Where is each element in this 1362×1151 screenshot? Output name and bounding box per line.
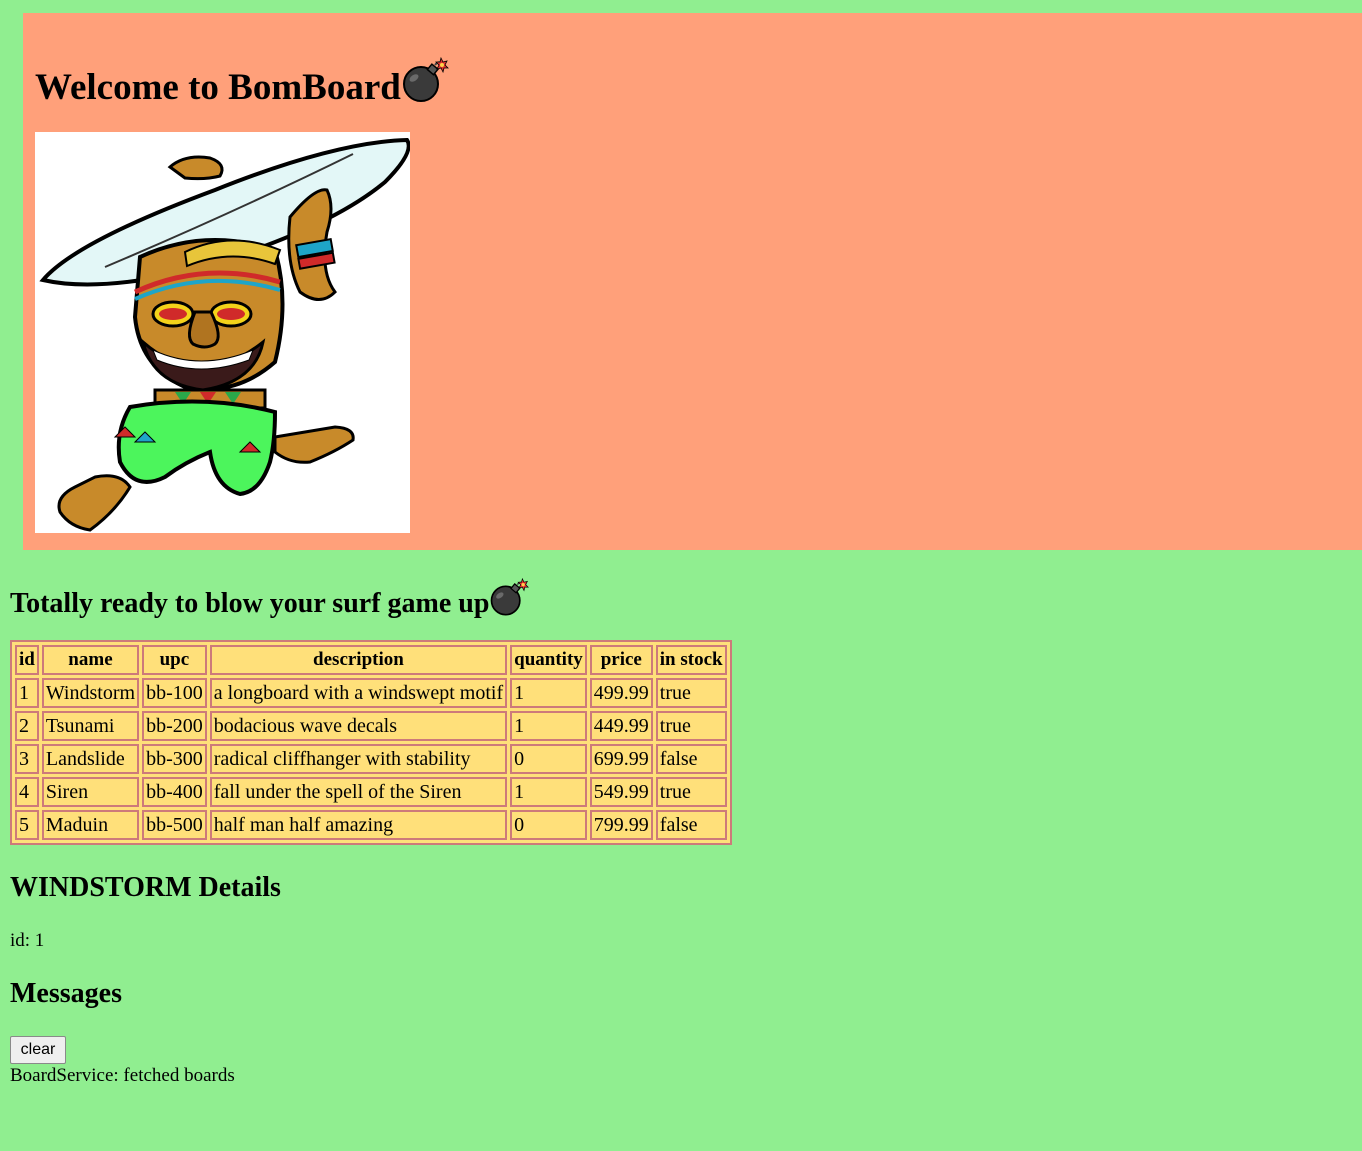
cell-quantity: 1	[510, 777, 587, 807]
cell-upc: bb-100	[142, 678, 207, 708]
table-row[interactable]: 1 Windstorm bb-100 a longboard with a wi…	[15, 678, 727, 708]
tagline-heading: Totally ready to blow your surf game up	[10, 577, 530, 630]
table-row[interactable]: 4 Siren bb-400 fall under the spell of t…	[15, 777, 727, 807]
cell-quantity: 1	[510, 678, 587, 708]
cell-name: Windstorm	[41, 678, 140, 708]
column-header-id: id	[15, 645, 39, 675]
cell-description: bodacious wave decals	[209, 711, 508, 741]
tiki-surfer-mascot-image	[35, 132, 411, 533]
column-header-quantity: quantity	[510, 645, 587, 675]
cell-price: 499.99	[589, 678, 653, 708]
column-header-in-stock: in stock	[655, 645, 727, 675]
cell-price: 449.99	[589, 711, 653, 741]
message-item: BoardService: fetched boards	[10, 1065, 235, 1086]
page-title-text: Welcome to BomBoard	[35, 67, 401, 108]
cell-name: Siren	[41, 777, 140, 807]
cell-id: 3	[15, 744, 39, 774]
cell-price: 549.99	[589, 777, 653, 807]
cell-description: half man half amazing	[209, 810, 508, 840]
cell-in-stock: true	[655, 711, 727, 741]
cell-upc: bb-200	[142, 711, 207, 741]
cell-id: 2	[15, 711, 39, 741]
cell-in-stock: false	[655, 810, 727, 840]
cell-id: 4	[15, 777, 39, 807]
cell-quantity: 0	[510, 810, 587, 840]
clear-messages-button[interactable]: clear	[10, 1036, 66, 1064]
cell-upc: bb-300	[142, 744, 207, 774]
cell-id: 1	[15, 678, 39, 708]
bomb-icon	[401, 56, 449, 119]
cell-upc: bb-400	[142, 777, 207, 807]
cell-in-stock: false	[655, 744, 727, 774]
column-header-name: name	[41, 645, 140, 675]
messages-heading: Messages	[10, 978, 122, 1009]
cell-quantity: 0	[510, 744, 587, 774]
bomb-icon	[489, 577, 530, 630]
page-title: Welcome to BomBoard	[35, 56, 449, 119]
cell-upc: bb-500	[142, 810, 207, 840]
column-header-price: price	[589, 645, 653, 675]
tagline-text: Totally ready to blow your surf game up	[10, 588, 490, 619]
cell-name: Tsunami	[41, 711, 140, 741]
table-row[interactable]: 3 Landslide bb-300 radical cliffhanger w…	[15, 744, 727, 774]
cell-price: 699.99	[589, 744, 653, 774]
column-header-upc: upc	[142, 645, 207, 675]
board-details-heading: WINDSTORM Details	[10, 872, 281, 903]
boards-table: id name upc description quantity price i…	[10, 640, 732, 845]
column-header-description: description	[209, 645, 508, 675]
cell-description: fall under the spell of the Siren	[209, 777, 508, 807]
cell-quantity: 1	[510, 711, 587, 741]
board-detail-id: id: 1	[10, 930, 45, 951]
cell-name: Maduin	[41, 810, 140, 840]
cell-id: 5	[15, 810, 39, 840]
header-banner: Welcome to BomBoard	[23, 13, 1362, 550]
table-row[interactable]: 5 Maduin bb-500 half man half amazing 0 …	[15, 810, 727, 840]
cell-in-stock: true	[655, 777, 727, 807]
cell-price: 799.99	[589, 810, 653, 840]
cell-in-stock: true	[655, 678, 727, 708]
cell-name: Landslide	[41, 744, 140, 774]
table-header-row: id name upc description quantity price i…	[15, 645, 727, 675]
table-row[interactable]: 2 Tsunami bb-200 bodacious wave decals 1…	[15, 711, 727, 741]
cell-description: a longboard with a windswept motif	[209, 678, 508, 708]
cell-description: radical cliffhanger with stability	[209, 744, 508, 774]
